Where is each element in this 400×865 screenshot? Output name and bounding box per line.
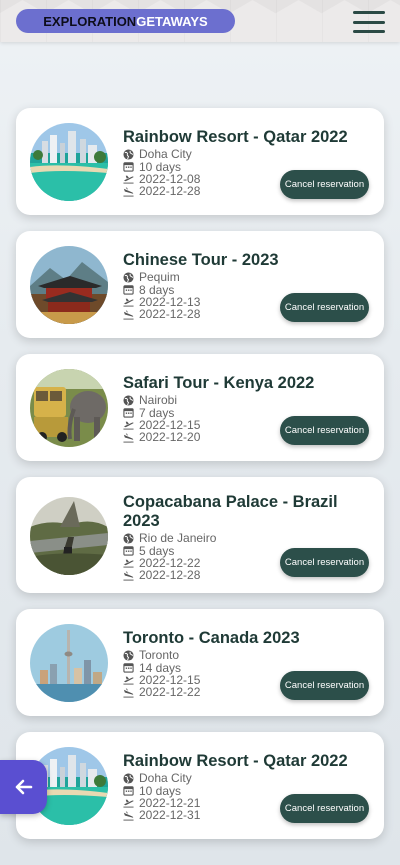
plane-landing-icon: [123, 433, 134, 443]
globe-icon: [123, 533, 134, 544]
plane-landing-icon: [123, 187, 134, 197]
reservation-card: Rainbow Resort - Qatar 2022 Doha City 10…: [16, 732, 384, 839]
duration-text: 10 days: [139, 783, 182, 798]
plane-landing-icon: [123, 688, 134, 698]
reservation-title: Rainbow Resort - Qatar 2022: [123, 752, 348, 770]
plane-takeoff-icon: [123, 422, 134, 431]
departure-date: 2022-12-15: [139, 672, 201, 687]
arrival-date: 2022-12-20: [139, 430, 201, 445]
location-row: Pequim: [123, 271, 372, 283]
arrow-left-icon: [15, 779, 32, 795]
arrival-date: 2022-12-22: [139, 685, 201, 700]
reservation-title: Safari Tour - Kenya 2022: [123, 374, 315, 392]
calendar-icon: [123, 285, 134, 295]
hamburger-line: [353, 11, 385, 14]
top-bar: EXPLORATION GETAWAYS: [0, 0, 400, 42]
hamburger-line: [353, 30, 385, 33]
location-row: Toronto: [123, 649, 372, 661]
location-text: Doha City: [139, 771, 192, 786]
duration-text: 8 days: [139, 282, 175, 297]
cancel-reservation-button[interactable]: Cancel reservation: [280, 548, 369, 577]
reservation-title: Rainbow Resort - Qatar 2022: [123, 128, 348, 146]
back-button[interactable]: [0, 760, 47, 814]
reservation-card: Copacabana Palace - Brazil 2023 Rio de J…: [16, 477, 384, 593]
plane-landing-icon: [123, 310, 134, 320]
plane-takeoff-icon: [123, 560, 134, 569]
location-text: Pequim: [139, 270, 180, 285]
plane-landing-icon: [123, 811, 134, 821]
reservation-title: Copacabana Palace - Brazil 2023: [123, 493, 338, 530]
duration-text: 10 days: [139, 159, 182, 174]
location-row: Nairobi: [123, 394, 372, 406]
reservation-card: Safari Tour - Kenya 2022 Nairobi 7 days …: [16, 354, 384, 461]
departure-date: 2022-12-22: [139, 555, 201, 570]
plane-landing-icon: [123, 571, 134, 581]
globe-icon: [123, 272, 134, 283]
calendar-icon: [123, 162, 134, 172]
reservation-card: Chinese Tour - 2023 Pequim 8 days 2022-1…: [16, 231, 384, 338]
calendar-icon: [123, 663, 134, 673]
location-row: Doha City: [123, 148, 372, 160]
calendar-icon: [123, 786, 134, 796]
destination-image: [30, 246, 108, 324]
cancel-reservation-button[interactable]: Cancel reservation: [280, 170, 369, 199]
location-text: Doha City: [139, 147, 192, 162]
departure-date: 2022-12-13: [139, 294, 201, 309]
plane-takeoff-icon: [123, 176, 134, 185]
globe-icon: [123, 773, 134, 784]
location-text: Toronto: [139, 648, 180, 663]
reservation-title: Toronto - Canada 2023: [123, 629, 300, 647]
departure-date: 2022-12-15: [139, 417, 201, 432]
arrival-date: 2022-12-28: [139, 184, 201, 199]
cancel-reservation-button[interactable]: Cancel reservation: [280, 671, 369, 700]
brand-text-part1: EXPLORATION: [43, 13, 137, 29]
departure-date: 2022-12-21: [139, 795, 201, 810]
brand-text-part2: GETAWAYS: [136, 13, 208, 29]
cancel-reservation-button[interactable]: Cancel reservation: [280, 416, 369, 445]
plane-takeoff-icon: [123, 800, 134, 809]
location-row: Rio de Janeiro: [123, 532, 372, 544]
location-text: Nairobi: [139, 393, 178, 408]
departure-date: 2022-12-08: [139, 171, 201, 186]
duration-text: 7 days: [139, 405, 175, 420]
reservation-card: Rainbow Resort - Qatar 2022 Doha City 10…: [16, 108, 384, 215]
calendar-icon: [123, 546, 134, 556]
brand-logo[interactable]: EXPLORATION GETAWAYS: [16, 9, 235, 33]
destination-image: [30, 123, 108, 201]
globe-icon: [123, 149, 134, 160]
duration-text: 14 days: [139, 660, 182, 675]
globe-icon: [123, 395, 134, 406]
hamburger-icon[interactable]: [353, 11, 385, 33]
plane-takeoff-icon: [123, 677, 134, 686]
reservation-title: Chinese Tour - 2023: [123, 251, 279, 269]
destination-image: [30, 624, 108, 702]
arrival-date: 2022-12-31: [139, 808, 201, 823]
reservation-card: Toronto - Canada 2023 Toronto 14 days 20…: [16, 609, 384, 716]
destination-image: [30, 497, 108, 575]
plane-takeoff-icon: [123, 299, 134, 308]
location-row: Doha City: [123, 772, 372, 784]
location-text: Rio de Janeiro: [139, 531, 217, 546]
arrival-date: 2022-12-28: [139, 568, 201, 583]
destination-image: [30, 369, 108, 447]
duration-text: 5 days: [139, 543, 175, 558]
cancel-reservation-button[interactable]: Cancel reservation: [280, 293, 369, 322]
hamburger-line: [353, 20, 385, 24]
cancel-reservation-button[interactable]: Cancel reservation: [280, 794, 369, 823]
globe-icon: [123, 650, 134, 661]
calendar-icon: [123, 408, 134, 418]
arrival-date: 2022-12-28: [139, 307, 201, 322]
